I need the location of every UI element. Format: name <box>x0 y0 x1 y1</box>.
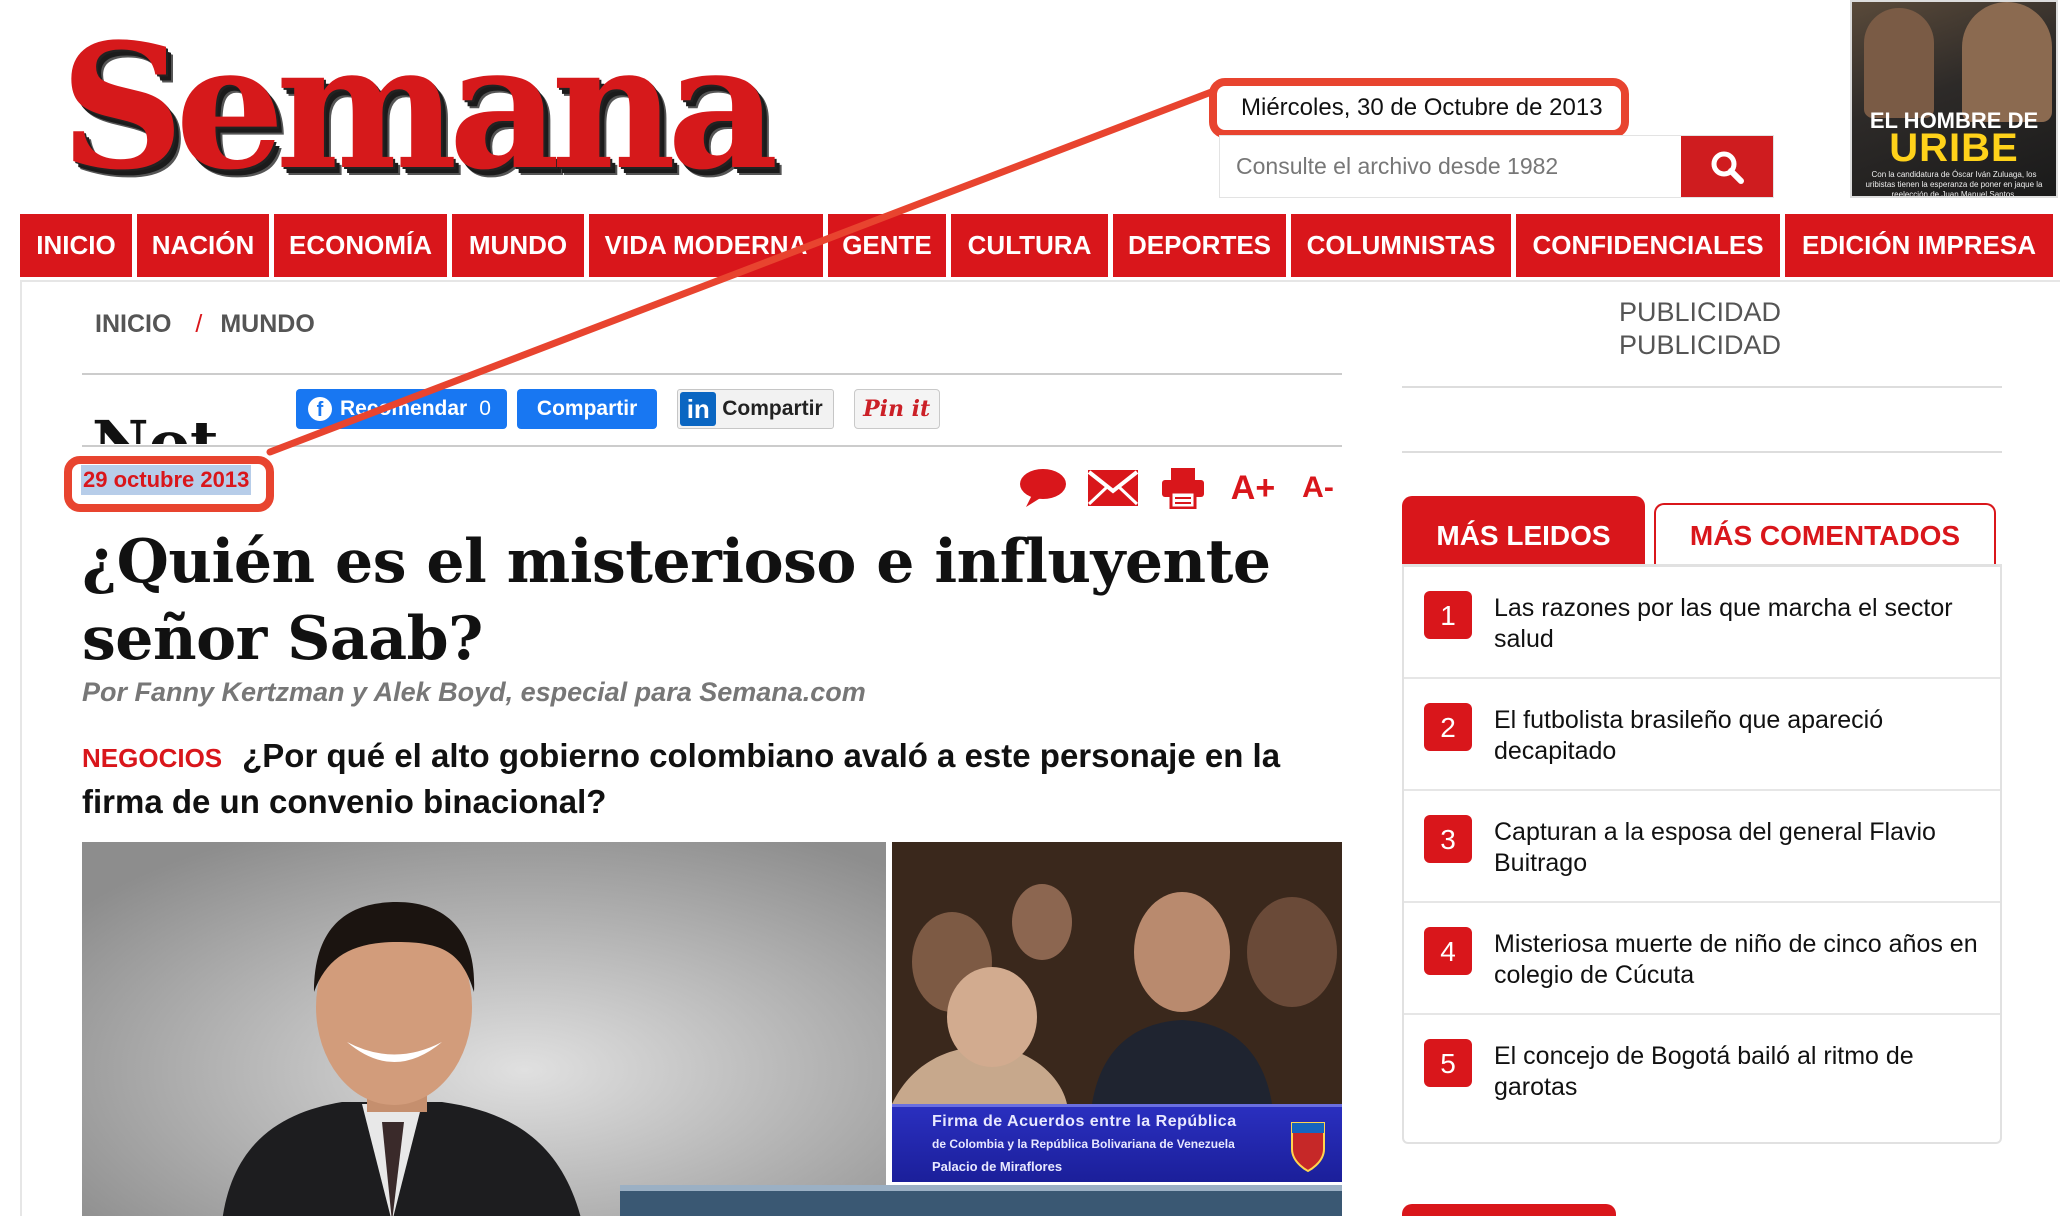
linkedin-icon: in <box>680 392 717 426</box>
article-photo-portrait <box>82 842 886 1216</box>
sidebar-next-block <box>1402 1204 1616 1216</box>
search-icon <box>1711 151 1744 184</box>
cover-figure <box>1864 8 1934 118</box>
nav-item-cultura[interactable]: CULTURA <box>951 214 1108 277</box>
rank-number: 5 <box>1424 1039 1472 1087</box>
nav-item-gente[interactable]: GENTE <box>828 214 946 277</box>
tab-most-read[interactable]: MÁS LEIDOS <box>1402 496 1645 564</box>
ceremony-illustration <box>892 842 1342 1104</box>
most-read-title[interactable]: Las razones por las que marcha el sector… <box>1494 593 1984 655</box>
breadcrumb-home[interactable]: INICIO <box>95 310 171 338</box>
breadcrumb: INICIO / MUNDO <box>95 310 315 339</box>
article-lede-text: ¿Por qué el alto gobierno colombiano ava… <box>82 737 1281 820</box>
nav-item-confidenciales[interactable]: CONFIDENCIALES <box>1516 214 1780 277</box>
cover-subtitle: Con la candidatura de Óscar Iván Zuluaga… <box>1865 170 2043 198</box>
cover-figure <box>1962 2 2052 122</box>
coat-of-arms-icon <box>1291 1122 1325 1173</box>
tab-most-commented[interactable]: MÁS COMENTADOS <box>1654 503 1996 564</box>
facebook-share-button[interactable]: Compartir <box>516 389 658 429</box>
breadcrumb-section[interactable]: MUNDO <box>220 310 314 338</box>
most-read-list: 1 Las razones por las que marcha el secto… <box>1402 564 2002 1144</box>
most-read-item[interactable]: 3 Capturan a la esposa del general Flavio… <box>1404 791 2000 903</box>
article-photo-ceremony: Firma de Acuerdos entre la República de … <box>892 842 1342 1182</box>
social-share-bar: f Recomendar 0 Compartir in Compartir Pi… <box>296 389 940 429</box>
photo-caption: Palacio de Miraflores <box>932 1159 1063 1174</box>
nav-item-vida-moderna[interactable]: VIDA MODERNA <box>589 214 823 277</box>
breadcrumb-separator: / <box>195 310 203 338</box>
article-byline: Por Fanny Kertzman y Alek Boyd, especial… <box>82 677 866 707</box>
main-nav: INICIO NACIÓN ECONOMÍA MUNDO VIDA MODERNA GEN… <box>20 214 2060 277</box>
article-date: 29 octubre 2013 <box>81 465 252 495</box>
photo-caption: de Colombia y la República Bolivariana d… <box>932 1137 1235 1151</box>
search-button[interactable] <box>1681 136 1773 197</box>
comment-icon[interactable] <box>1008 465 1078 511</box>
article-headline: ¿Quién es el misterioso e influyente señ… <box>82 527 1271 674</box>
font-decrease-button[interactable]: A- <box>1288 465 1348 511</box>
photo-caption: Firma de Acuerdos entre la República <box>932 1113 1237 1130</box>
pinterest-label: Pin it <box>863 396 931 422</box>
article-tag[interactable]: NEGOCIOS <box>82 743 222 773</box>
nav-item-columnistas[interactable]: COLUMNISTAS <box>1291 214 1511 277</box>
facebook-recommend-button[interactable]: f Recomendar 0 <box>296 389 507 429</box>
article-photo-extra <box>620 1185 1342 1216</box>
nav-item-economía[interactable]: ECONOMÍA <box>274 214 447 277</box>
most-read-item[interactable]: 1 Las razones por las que marcha el secto… <box>1404 567 2000 679</box>
advertising-label-line: PUBLICIDAD <box>1618 330 1782 360</box>
facebook-icon: f <box>308 397 332 421</box>
recommend-label: Recomendar <box>340 397 468 420</box>
nav-item-inicio[interactable]: INICIO <box>20 214 132 277</box>
advertising-label-line: PUBLICIDAD <box>1618 297 1782 327</box>
most-read-title[interactable]: Misteriosa muerte de niño de cinco años … <box>1494 929 1984 991</box>
most-read-item[interactable]: 4 Misteriosa muerte de niño de cinco años… <box>1404 903 2000 1015</box>
divider <box>82 373 1342 375</box>
nav-item-edición-impresa[interactable]: EDICIÓN IMPRESA <box>1785 214 2053 277</box>
most-read-item[interactable]: 2 El futbolista brasileño que apareció de… <box>1404 679 2000 791</box>
most-read-title[interactable]: Capturan a la esposa del general Flavio … <box>1494 817 1984 879</box>
email-icon[interactable] <box>1078 465 1148 511</box>
nav-item-nación[interactable]: NACIÓN <box>137 214 269 277</box>
print-icon[interactable] <box>1148 465 1218 511</box>
font-increase-button[interactable]: A+ <box>1218 465 1288 511</box>
nav-item-mundo[interactable]: MUNDO <box>452 214 584 277</box>
rank-number: 2 <box>1424 703 1472 751</box>
search-input[interactable] <box>1220 136 1681 197</box>
archive-search <box>1219 135 1774 198</box>
photo-caption-bar: Firma de Acuerdos entre la República de … <box>892 1104 1342 1182</box>
most-read-item[interactable]: 5 El concejo de Bogotá bailó al ritmo de … <box>1404 1015 2000 1127</box>
magazine-cover[interactable]: EL HOMBRE DE URIBE Con la candidatura de… <box>1850 0 2058 198</box>
rank-number: 4 <box>1424 927 1472 975</box>
section-heading: Not <box>92 407 219 444</box>
nav-item-deportes[interactable]: DEPORTES <box>1113 214 1286 277</box>
semana-logo[interactable]: Semana <box>60 21 779 193</box>
cover-title-highlight: URIBE <box>1889 126 2019 170</box>
rank-number: 3 <box>1424 815 1472 863</box>
portrait-illustration <box>82 842 886 1216</box>
divider <box>1402 451 2002 453</box>
article-tools: A+ A- <box>1008 465 1348 511</box>
most-read-title[interactable]: El futbolista brasileño que apareció dec… <box>1494 705 1984 767</box>
advertising-label: PUBLICIDAD PUBLICIDAD <box>1560 296 1840 362</box>
pinterest-button[interactable]: Pin it <box>853 389 940 429</box>
divider <box>1402 386 2002 388</box>
recommend-count: 0 <box>479 397 491 420</box>
article-lede: NEGOCIOS ¿Por qué el alto gobierno colomb… <box>82 734 1362 824</box>
rank-number: 1 <box>1424 591 1472 639</box>
linkedin-share-button[interactable]: in Compartir <box>677 389 834 429</box>
current-date: Miércoles, 30 de Octubre de 2013 <box>1209 78 1629 138</box>
most-read-title[interactable]: El concejo de Bogotá bailó al ritmo de g… <box>1494 1041 1984 1103</box>
divider <box>82 445 1342 447</box>
share-label: Compartir <box>536 397 638 420</box>
linkedin-share-label: Compartir <box>722 397 823 420</box>
